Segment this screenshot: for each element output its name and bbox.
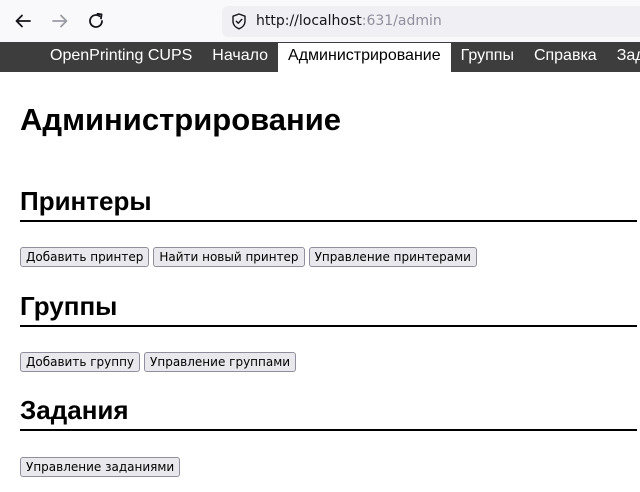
section-heading-classes: Группы <box>20 291 637 327</box>
manage-jobs-button[interactable]: Управление заданиями <box>20 457 181 477</box>
url-text: http://localhost:631/admin <box>256 13 442 29</box>
classes-buttons: Добавить группу Управление группами <box>20 352 297 372</box>
url-path: :631/admin <box>361 13 442 29</box>
nav-item-classes[interactable]: Группы <box>451 42 524 72</box>
shield-icon <box>232 13 246 30</box>
url-host: http://localhost <box>256 13 362 29</box>
jobs-buttons: Управление заданиями <box>20 457 181 477</box>
section-heading-jobs: Задания <box>20 395 637 431</box>
manage-printers-button[interactable]: Управление принтерами <box>308 247 477 267</box>
reload-button[interactable] <box>86 11 106 31</box>
cups-navbar: OpenPrinting CUPS Начало Администрирован… <box>0 42 640 72</box>
nav-item-home[interactable]: Начало <box>202 42 278 72</box>
add-printer-button[interactable]: Добавить принтер <box>20 247 150 267</box>
find-new-printer-button[interactable]: Найти новый принтер <box>153 247 305 267</box>
manage-classes-button[interactable]: Управление группами <box>144 352 297 372</box>
nav-item-help[interactable]: Справка <box>524 42 607 72</box>
address-bar[interactable]: http://localhost:631/admin <box>222 6 640 37</box>
section-heading-printers: Принтеры <box>20 186 637 222</box>
arrow-right-icon <box>52 14 68 28</box>
add-class-button[interactable]: Добавить группу <box>20 352 141 372</box>
back-button[interactable] <box>13 11 33 31</box>
nav-item-administration[interactable]: Администрирование <box>278 42 451 72</box>
forward-button[interactable] <box>50 11 70 31</box>
nav-item-jobs[interactable]: Задания <box>607 42 640 72</box>
browser-toolbar: http://localhost:631/admin <box>0 0 640 42</box>
printers-buttons: Добавить принтер Найти новый принтер Упр… <box>20 247 477 267</box>
page-title: Администрирование <box>20 102 342 137</box>
arrow-left-icon <box>15 14 31 28</box>
reload-icon <box>89 12 103 28</box>
nav-item-openprinting-cups[interactable]: OpenPrinting CUPS <box>40 42 202 72</box>
